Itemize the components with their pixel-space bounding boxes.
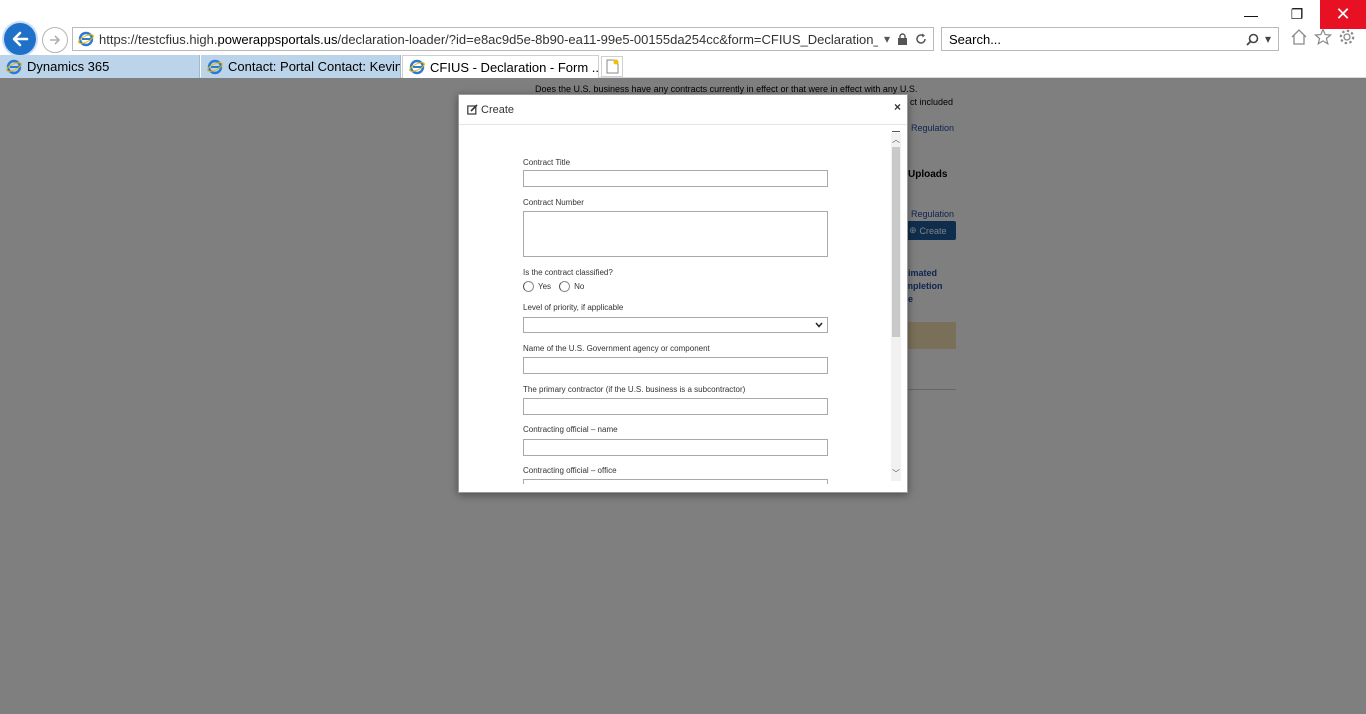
tab-portal-contact[interactable]: Contact: Portal Contact: Kevin ... — [201, 55, 401, 78]
modal-close-icon[interactable]: × — [894, 100, 901, 114]
ie-tab-icon — [409, 59, 425, 75]
search-icon[interactable] — [1246, 33, 1259, 46]
agency-input[interactable] — [523, 357, 828, 374]
forward-button[interactable] — [42, 27, 68, 53]
url-text[interactable]: https://testcfius.high.powerappsportals.… — [99, 32, 878, 47]
classified-yes-option[interactable]: Yes — [523, 281, 551, 292]
modal-title: Create — [481, 103, 515, 116]
yes-radio[interactable] — [523, 281, 534, 292]
chevron-down-icon — [815, 322, 823, 328]
new-tab-icon — [606, 59, 618, 74]
yes-label: Yes — [538, 282, 552, 291]
search-bar[interactable]: ▾ — [941, 27, 1279, 51]
search-input[interactable] — [949, 31, 1246, 47]
close-window-button[interactable]: ✕ — [1320, 0, 1366, 29]
primary-contractor-input[interactable] — [523, 398, 828, 415]
official-name-input[interactable] — [523, 439, 828, 456]
favorites-star-icon[interactable] — [1314, 28, 1332, 46]
settings-gear-icon[interactable] — [1338, 28, 1356, 46]
create-modal: Create × Contract Title Contract Number … — [458, 94, 908, 493]
tab-label: Contact: Portal Contact: Kevin ... — [228, 59, 401, 74]
classified-radio-group: Yes No — [523, 281, 592, 292]
home-icon[interactable] — [1290, 28, 1308, 46]
tab-label: CFIUS - Declaration - Form ... — [430, 59, 599, 75]
priority-label: Level of priority, if applicable — [523, 303, 624, 312]
classified-label: Is the contract classified? — [523, 268, 613, 277]
minimize-button[interactable]: — — [1228, 0, 1274, 29]
no-label: No — [574, 282, 585, 291]
official-name-label: Contracting official – name — [523, 425, 618, 434]
contract-number-label: Contract Number — [523, 198, 584, 207]
priority-select[interactable] — [523, 317, 828, 333]
refresh-icon[interactable] — [915, 33, 927, 45]
official-office-input[interactable] — [523, 479, 828, 484]
tab-dynamics-365[interactable]: Dynamics 365 — [0, 55, 200, 78]
ie-page-icon — [78, 31, 94, 47]
modal-header: Create × — [459, 95, 907, 125]
back-arrow-icon — [12, 31, 29, 47]
back-button[interactable] — [2, 21, 38, 57]
lock-icon[interactable] — [897, 33, 908, 45]
contract-title-label: Contract Title — [523, 158, 571, 167]
url-dropdown-icon[interactable]: ▾ — [884, 32, 890, 46]
address-bar[interactable]: https://testcfius.high.powerappsportals.… — [72, 27, 934, 51]
edit-icon — [467, 104, 478, 115]
tab-cfius-declaration[interactable]: CFIUS - Declaration - Form ... ✕ — [402, 55, 599, 78]
classified-no-option[interactable]: No — [559, 281, 584, 292]
primary-contractor-label: The primary contractor (if the U.S. busi… — [523, 385, 746, 394]
tab-strip: Dynamics 365 Contact: Portal Contact: Ke… — [0, 55, 1366, 78]
new-tab-button[interactable] — [601, 56, 623, 77]
restore-button[interactable]: ❐ — [1274, 0, 1320, 29]
official-office-label: Contracting official – office — [523, 466, 617, 475]
no-radio[interactable] — [559, 281, 571, 292]
scroll-up-icon[interactable]: ︿ — [891, 133, 901, 145]
ie-tab-icon — [6, 59, 22, 74]
scroll-thumb[interactable] — [892, 147, 900, 337]
agency-label: Name of the U.S. Government agency or co… — [523, 344, 710, 353]
modal-scrollbar[interactable]: ︿ ﹀ — [891, 133, 901, 481]
ie-tab-icon — [207, 59, 223, 74]
tab-label: Dynamics 365 — [27, 59, 110, 74]
modal-body: Contract Title Contract Number Is the co… — [459, 126, 907, 484]
contract-number-input[interactable] — [523, 211, 828, 257]
browser-chrome: — ❐ ✕ https://testcfius.high.powerappspo… — [0, 0, 1366, 78]
contract-title-input[interactable] — [523, 170, 828, 187]
scroll-down-icon[interactable]: ﹀ — [891, 467, 901, 479]
search-dropdown-icon[interactable]: ▾ — [1265, 32, 1271, 46]
scrollbar-top-edge — [892, 131, 900, 132]
forward-arrow-icon — [50, 35, 61, 45]
